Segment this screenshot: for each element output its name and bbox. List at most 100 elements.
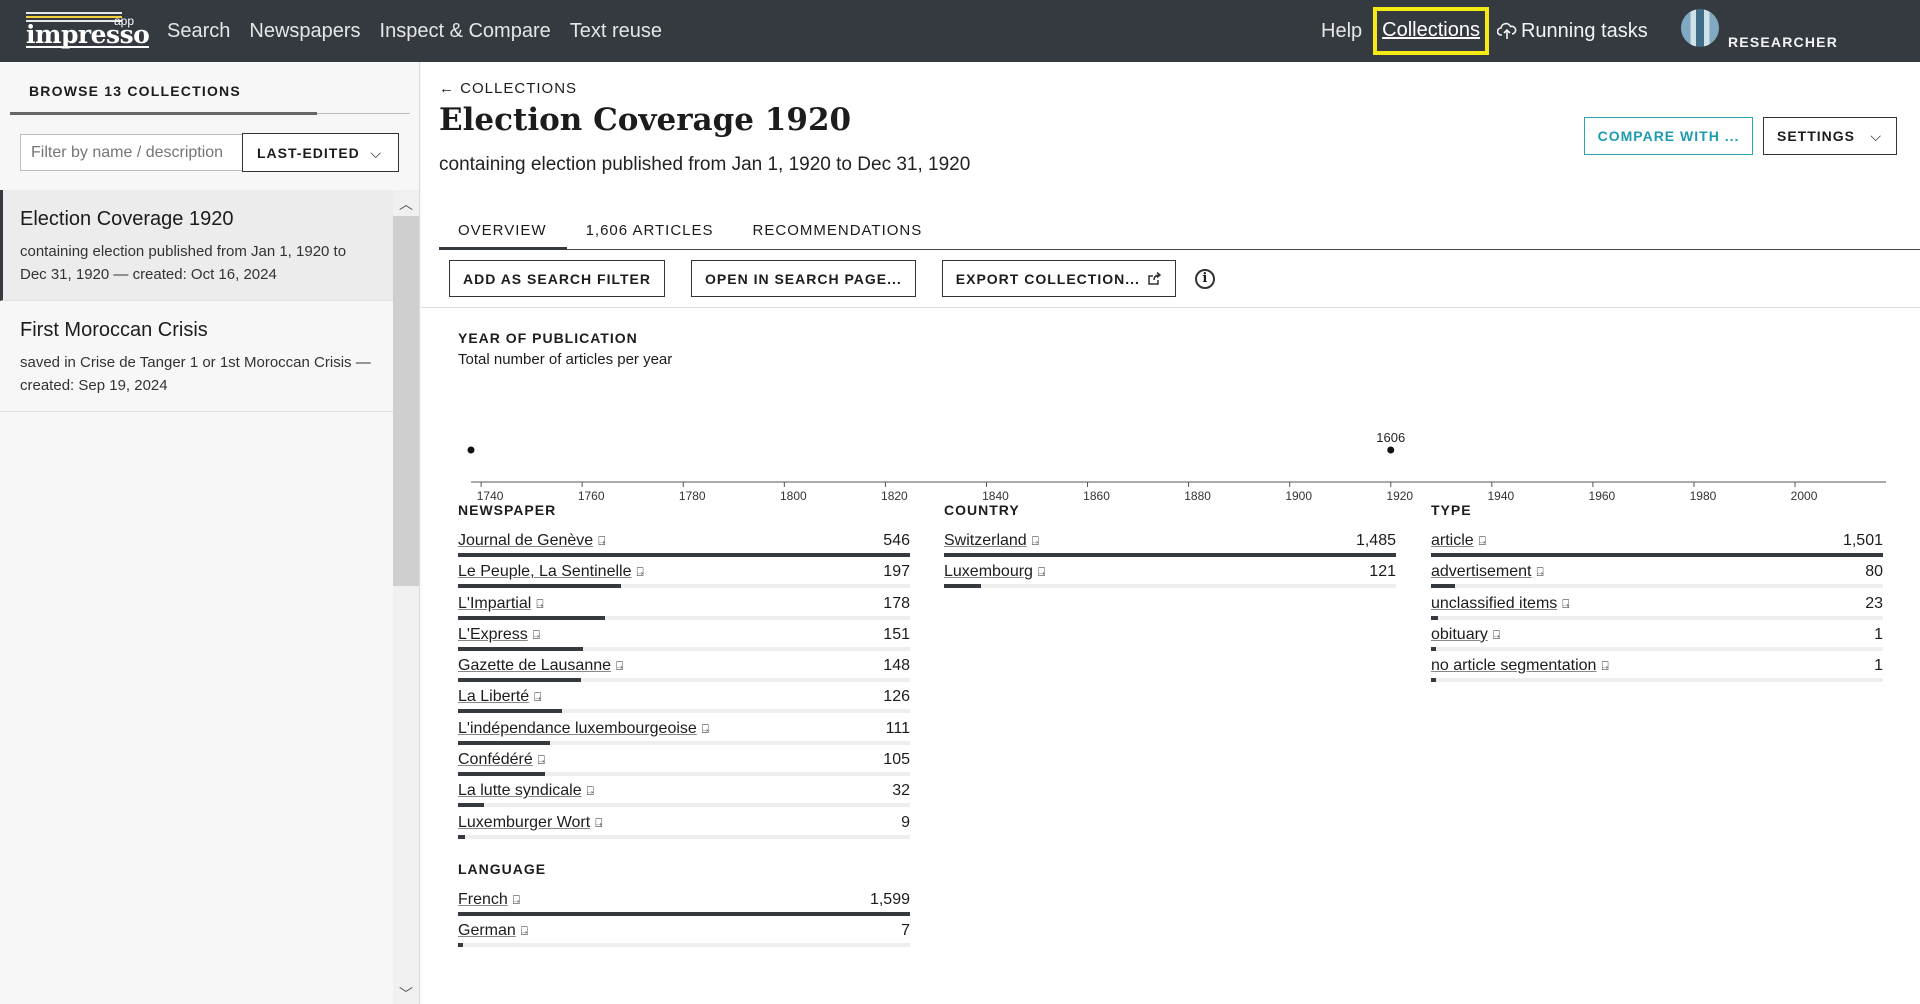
facet-bar [458,615,606,620]
nav-help[interactable]: Help [1321,20,1362,43]
facet-label[interactable]: French ⍈ [458,891,520,909]
facet-label[interactable]: unclassified items ⍈ [1431,595,1569,613]
scrollbar-thumb[interactable] [393,216,419,586]
sign-in-icon: ⍈ [536,596,544,611]
facet-label[interactable]: no article segmentation ⍈ [1431,657,1609,675]
nav-newspapers[interactable]: Newspapers [249,20,360,43]
facet-row[interactable]: unclassified items ⍈ 23 [1431,595,1883,626]
facet-row[interactable]: Switzerland ⍈ 1,485 [944,532,1396,563]
facet-label[interactable]: Luxemburger Wort ⍈ [458,814,602,832]
x-tick-label: 1860 [1083,489,1110,503]
settings-dropdown[interactable]: SETTINGS ⌵ [1763,117,1897,155]
facet-row[interactable]: L'Impartial ⍈ 178 [458,595,910,626]
facet-label[interactable]: Luxembourg ⍈ [944,563,1045,581]
facet-row[interactable]: advertisement ⍈ 80 [1431,563,1883,594]
data-label: 1606 [1376,430,1405,445]
facet-count: 111 [885,719,910,737]
info-icon[interactable]: i [1194,268,1215,289]
facet-label[interactable]: La Liberté ⍈ [458,688,541,706]
back-to-collections-link[interactable]: ← COLLECTIONS [439,80,577,97]
facet-label[interactable]: Gazette de Lausanne ⍈ [458,657,623,675]
facet-bar [458,772,545,777]
facet-label[interactable]: Confédéré ⍈ [458,751,545,769]
collection-item-moroccan-crisis[interactable]: First Moroccan Crisis saved in Crise de … [0,301,393,412]
sign-in-icon: ⍈ [1478,534,1486,548]
arrow-left-icon: ← [439,80,455,97]
sort-dropdown[interactable]: LAST-EDITED ⌵ [242,133,399,172]
facet-bar [944,584,981,589]
data-point [1387,446,1395,454]
x-tick-label: 1980 [1690,489,1717,503]
facet-label[interactable]: Switzerland ⍈ [944,532,1039,550]
export-collection-button[interactable]: EXPORT COLLECTION... [941,260,1176,297]
facet-type: TYPE article ⍈ 1,501 advertisement ⍈ 80 unclass… [1431,502,1883,688]
nav-inspect-compare[interactable]: Inspect & Compare [380,20,551,43]
facet-row[interactable]: obituary ⍈ 1 [1431,626,1883,657]
sign-in-icon: ⍈ [532,627,540,642]
facet-bar [458,678,581,683]
facet-bar [1431,553,1883,557]
facet-label[interactable]: L'Impartial ⍈ [458,595,544,613]
facet-row[interactable]: La lutte syndicale ⍈ 32 [458,782,910,813]
tab-overview[interactable]: OVERVIEW [439,214,567,250]
facet-row[interactable]: French ⍈ 1,599 [458,891,910,922]
filter-input[interactable] [20,134,244,171]
facet-label[interactable]: obituary ⍈ [1431,626,1500,644]
facet-row[interactable]: article ⍈ 1,501 [1431,532,1883,563]
facet-row[interactable]: Luxembourg ⍈ 121 [944,563,1396,594]
sign-in-icon: ⍈ [1562,596,1570,611]
divider [421,307,1920,308]
open-search-page-button[interactable]: OPEN IN SEARCH PAGE... [691,260,916,297]
nav-running-tasks[interactable]: Running tasks [1496,19,1648,43]
nav-search[interactable]: Search [167,20,230,43]
x-tick-label: 1900 [1285,489,1312,503]
facet-bar-track [458,740,910,745]
facet-row[interactable]: L'Express ⍈ 151 [458,626,910,657]
main-nav: Search Newspapers Inspect & Compare Text… [167,0,662,62]
facet-bar-track [458,912,910,916]
facet-label[interactable]: Le Peuple, La Sentinelle ⍈ [458,563,644,581]
facet-label[interactable]: La lutte syndicale ⍈ [458,782,594,800]
facet-count: 178 [883,594,910,612]
running-tasks-label: Running tasks [1520,19,1648,42]
facet-label[interactable]: advertisement ⍈ [1431,563,1544,581]
sign-in-icon: ⍈ [1037,565,1046,580]
facet-bar [458,646,583,651]
tab-recommendations[interactable]: RECOMMENDATIONS [734,214,943,250]
facet-row[interactable]: Confédéré ⍈ 105 [458,751,910,782]
sidebar-scrollbar[interactable]: ︿ ﹀ [393,190,419,1004]
x-tick-label: 1840 [982,489,1009,503]
export-label: EXPORT COLLECTION... [955,271,1140,287]
x-tick-label: 1800 [780,489,807,503]
facet-row[interactable]: Luxemburger Wort ⍈ 9 [458,814,910,845]
facet-language: LANGUAGE French ⍈ 1,599 German ⍈ 7 [458,861,910,954]
x-tick-label: 1780 [679,489,706,503]
facet-label[interactable]: Journal de Genève ⍈ [458,532,605,550]
nav-text-reuse[interactable]: Text reuse [570,20,662,43]
facet-label[interactable]: L'indépendance luxembourgeoise ⍈ [458,720,709,738]
logo-wordmark: impresso [26,20,150,49]
impresso-logo[interactable]: app impresso [26,12,150,50]
tab-articles[interactable]: 1,606 ARTICLES [567,214,734,250]
facet-bar-track [458,584,910,589]
facet-label[interactable]: German ⍈ [458,922,528,940]
compare-with-button[interactable]: COMPARE WITH ... [1584,117,1753,155]
scroll-down-icon[interactable]: ﹀ [399,984,413,1004]
collection-item-election-coverage[interactable]: Election Coverage 1920 containing electi… [0,190,393,301]
add-search-filter-button[interactable]: ADD AS SEARCH FILTER [449,260,665,297]
facet-row[interactable]: Gazette de Lausanne ⍈ 148 [458,657,910,688]
facet-row[interactable]: La Liberté ⍈ 126 [458,688,910,719]
facet-row[interactable]: Le Peuple, La Sentinelle ⍈ 197 [458,563,910,594]
facet-count: 1,485 [1355,532,1396,549]
facet-bar [1431,646,1436,651]
facet-row[interactable]: L'indépendance luxembourgeoise ⍈ 111 [458,720,910,751]
facet-row[interactable]: no article segmentation ⍈ 1 [1431,657,1883,688]
nav-collections[interactable]: Collections [1373,7,1489,55]
facet-row[interactable]: Journal de Genève ⍈ 546 [458,532,910,563]
facet-count: 1 [1874,625,1883,643]
facet-label[interactable]: article ⍈ [1431,532,1486,550]
user-avatar[interactable] [1681,9,1719,47]
facet-label[interactable]: L'Express ⍈ [458,626,540,644]
scroll-up-icon[interactable]: ︿ [399,194,413,214]
facet-row[interactable]: German ⍈ 7 [458,922,910,953]
